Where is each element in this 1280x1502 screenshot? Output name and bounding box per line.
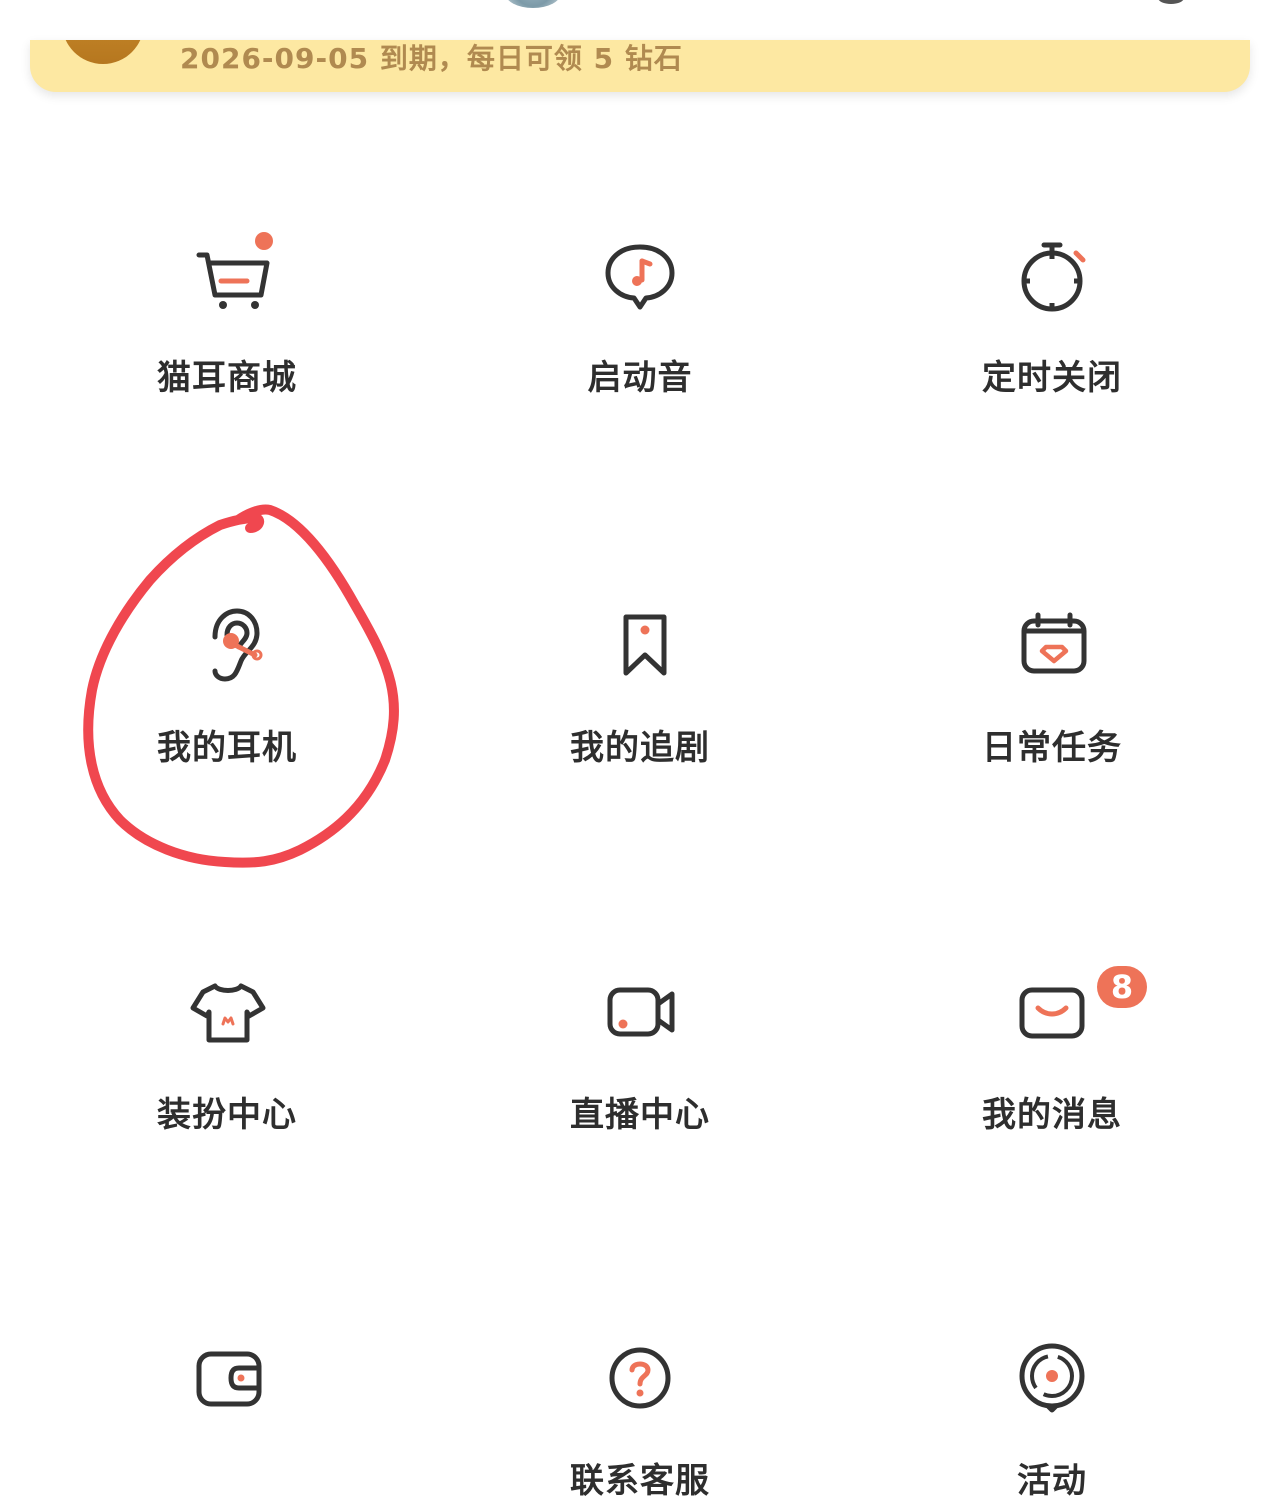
menu-item-daily-tasks[interactable]: 日常任务: [892, 595, 1212, 775]
my-messages-label: 我的消息: [982, 1095, 1122, 1135]
menu-item-live-center[interactable]: 直播中心: [480, 962, 800, 1142]
target-circle-icon: [1019, 1343, 1085, 1413]
calendar-diamond-icon: [1021, 612, 1087, 674]
menu-item-shop[interactable]: 猫耳商城: [67, 225, 387, 405]
menu-grid: 猫耳商城 启动音 定时关闭 我的耳机 我的追剧 日常任务 装扮中心 直播中心 8…: [0, 0, 1280, 1501]
daily-tasks-label: 日常任务: [982, 728, 1122, 768]
shop-label: 猫耳商城: [157, 358, 297, 398]
stopwatch-icon: [1021, 242, 1086, 312]
music-bubble-icon: [605, 244, 675, 310]
shop-notification-dot: [255, 232, 273, 250]
tshirt-icon: [190, 983, 266, 1043]
messages-count-badge: 8: [1097, 966, 1147, 1008]
bookmark-icon: [623, 614, 667, 676]
timer-close-label: 定时关闭: [982, 358, 1122, 398]
menu-item-startup-sound[interactable]: 启动音: [480, 225, 800, 405]
menu-item-my-dramas[interactable]: 我的追剧: [480, 595, 800, 775]
wallet-icon: [196, 1351, 262, 1407]
menu-item-wallet[interactable]: [67, 1328, 387, 1482]
video-camera-icon: [607, 987, 675, 1037]
menu-item-my-earphones[interactable]: 我的耳机: [67, 595, 387, 775]
my-earphones-label: 我的耳机: [157, 728, 297, 768]
menu-item-dress-center[interactable]: 装扮中心: [67, 962, 387, 1142]
menu-item-timer-close[interactable]: 定时关闭: [892, 225, 1212, 405]
live-center-label: 直播中心: [570, 1095, 710, 1135]
startup-sound-label: 启动音: [587, 358, 693, 398]
question-circle-icon: [609, 1347, 671, 1409]
menu-item-customer-service[interactable]: 联系客服: [480, 1328, 800, 1501]
menu-item-activities[interactable]: 活动: [892, 1328, 1212, 1501]
activities-label: 活动: [1017, 1461, 1087, 1501]
ear-icon: [212, 608, 263, 682]
customer-service-label: 联系客服: [570, 1461, 710, 1501]
dress-center-label: 装扮中心: [157, 1095, 297, 1135]
envelope-icon: [1019, 987, 1085, 1039]
my-dramas-label: 我的追剧: [570, 728, 710, 768]
menu-item-my-messages[interactable]: 8 我的消息: [892, 962, 1212, 1142]
